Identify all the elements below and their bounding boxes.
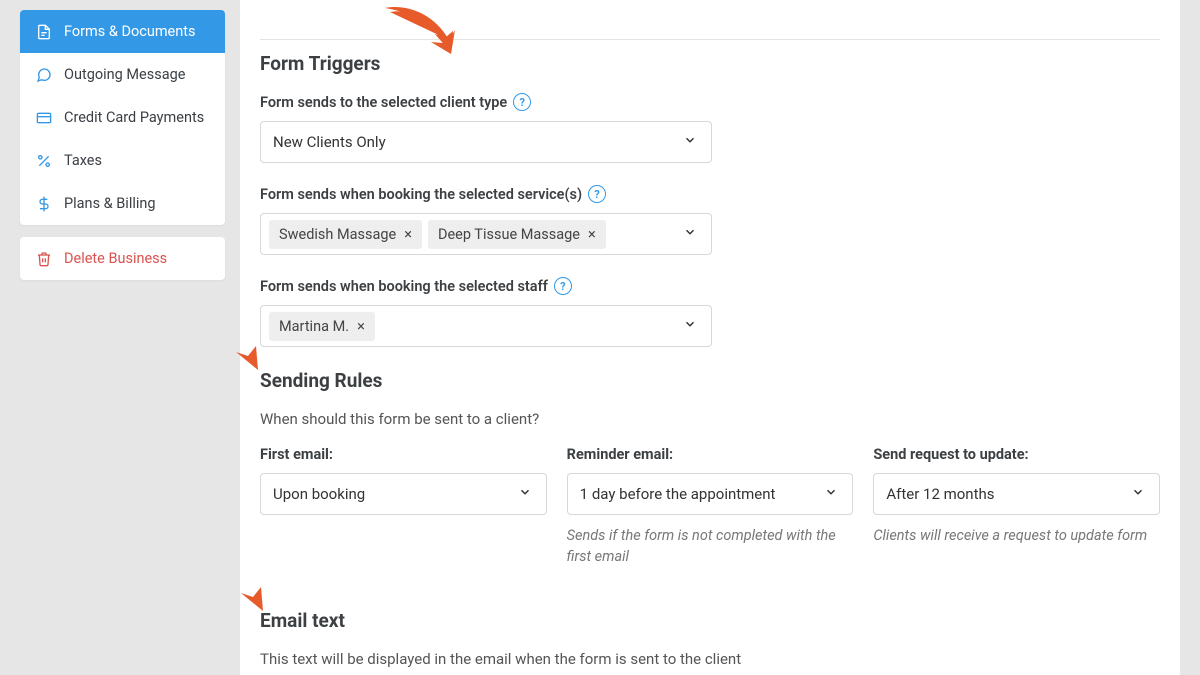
sidebar-item-label: Credit Card Payments bbox=[64, 109, 204, 126]
chip-label: Deep Tissue Massage bbox=[438, 226, 580, 243]
col-reminder-email: Reminder email: 1 day before the appoint… bbox=[567, 446, 854, 567]
sidebar-item-credit-card-payments[interactable]: Credit Card Payments bbox=[20, 96, 225, 139]
chevron-down-icon bbox=[824, 485, 838, 503]
select-first-email[interactable]: Upon booking bbox=[260, 473, 547, 515]
chevron-down-icon bbox=[683, 225, 697, 243]
section-title-form-triggers: Form Triggers bbox=[260, 52, 1160, 75]
chevron-down-icon bbox=[683, 317, 697, 335]
sending-columns: First email: Upon booking Reminder email… bbox=[260, 446, 1160, 567]
chip-service: Deep Tissue Massage × bbox=[428, 220, 606, 249]
percent-icon bbox=[36, 153, 52, 169]
sidebar-item-taxes[interactable]: Taxes bbox=[20, 139, 225, 182]
trash-icon bbox=[36, 251, 52, 267]
chevron-down-icon bbox=[683, 133, 697, 151]
help-icon[interactable]: ? bbox=[554, 277, 572, 295]
divider bbox=[260, 39, 1160, 40]
help-icon[interactable]: ? bbox=[513, 93, 531, 111]
credit-card-icon bbox=[36, 110, 52, 126]
col-first-email: First email: Upon booking bbox=[260, 446, 547, 567]
update-hint: Clients will receive a request to update… bbox=[873, 525, 1160, 546]
select-value: Upon booking bbox=[273, 485, 365, 503]
chevron-down-icon bbox=[518, 485, 532, 503]
chip-label: Swedish Massage bbox=[279, 226, 396, 243]
select-client-type[interactable]: New Clients Only bbox=[260, 121, 712, 163]
sidebar-item-label: Outgoing Message bbox=[64, 66, 185, 83]
sidebar-item-label: Forms & Documents bbox=[64, 23, 195, 40]
label-text: Form sends to the selected client type bbox=[260, 94, 507, 111]
label-client-type: Form sends to the selected client type ? bbox=[260, 93, 1160, 111]
message-icon bbox=[36, 67, 52, 83]
select-staff[interactable]: Martina M. × bbox=[260, 305, 712, 347]
select-value: After 12 months bbox=[886, 485, 994, 503]
sidebar-item-plans-billing[interactable]: Plans & Billing bbox=[20, 182, 225, 225]
sidebar-item-label: Taxes bbox=[64, 152, 102, 169]
label-text: Form sends when booking the selected ser… bbox=[260, 186, 582, 203]
label-update-request: Send request to update: bbox=[873, 446, 1160, 463]
dollar-icon bbox=[36, 196, 52, 212]
label-reminder-email: Reminder email: bbox=[567, 446, 854, 463]
sidebar-item-label: Delete Business bbox=[64, 250, 167, 267]
chip-remove-icon[interactable]: × bbox=[357, 318, 365, 335]
document-icon bbox=[36, 24, 52, 40]
delete-business-button[interactable]: Delete Business bbox=[20, 237, 225, 280]
section-title-email-text: Email text bbox=[260, 609, 1160, 632]
chip-remove-icon[interactable]: × bbox=[404, 226, 412, 243]
main-panel: Form Triggers Form sends to the selected… bbox=[240, 0, 1180, 675]
label-first-email: First email: bbox=[260, 446, 547, 463]
chip-remove-icon[interactable]: × bbox=[588, 226, 596, 243]
select-services[interactable]: Swedish Massage × Deep Tissue Massage × bbox=[260, 213, 712, 255]
section-title-sending-rules: Sending Rules bbox=[260, 369, 1160, 392]
reminder-hint: Sends if the form is not completed with … bbox=[567, 525, 854, 567]
help-icon[interactable]: ? bbox=[588, 185, 606, 203]
chevron-down-icon bbox=[1131, 485, 1145, 503]
col-update-request: Send request to update: After 12 months … bbox=[873, 446, 1160, 567]
chip-staff: Martina M. × bbox=[269, 312, 375, 341]
select-update-request[interactable]: After 12 months bbox=[873, 473, 1160, 515]
sidebar-delete-card: Delete Business bbox=[20, 237, 225, 280]
sidebar: Forms & Documents Outgoing Message Credi… bbox=[20, 10, 225, 292]
sidebar-item-label: Plans & Billing bbox=[64, 195, 156, 212]
label-staff: Form sends when booking the selected sta… bbox=[260, 277, 1160, 295]
label-text: Form sends when booking the selected sta… bbox=[260, 278, 548, 295]
sending-subtitle: When should this form be sent to a clien… bbox=[260, 410, 1160, 428]
sidebar-item-forms-documents[interactable]: Forms & Documents bbox=[20, 10, 225, 53]
chip-label: Martina M. bbox=[279, 318, 349, 335]
sidebar-item-outgoing-message[interactable]: Outgoing Message bbox=[20, 53, 225, 96]
chip-service: Swedish Massage × bbox=[269, 220, 422, 249]
select-reminder-email[interactable]: 1 day before the appointment bbox=[567, 473, 854, 515]
sidebar-nav: Forms & Documents Outgoing Message Credi… bbox=[20, 10, 225, 225]
select-value: New Clients Only bbox=[273, 133, 386, 151]
label-services: Form sends when booking the selected ser… bbox=[260, 185, 1160, 203]
select-value: 1 day before the appointment bbox=[580, 485, 776, 503]
email-subtitle: This text will be displayed in the email… bbox=[260, 650, 1160, 668]
